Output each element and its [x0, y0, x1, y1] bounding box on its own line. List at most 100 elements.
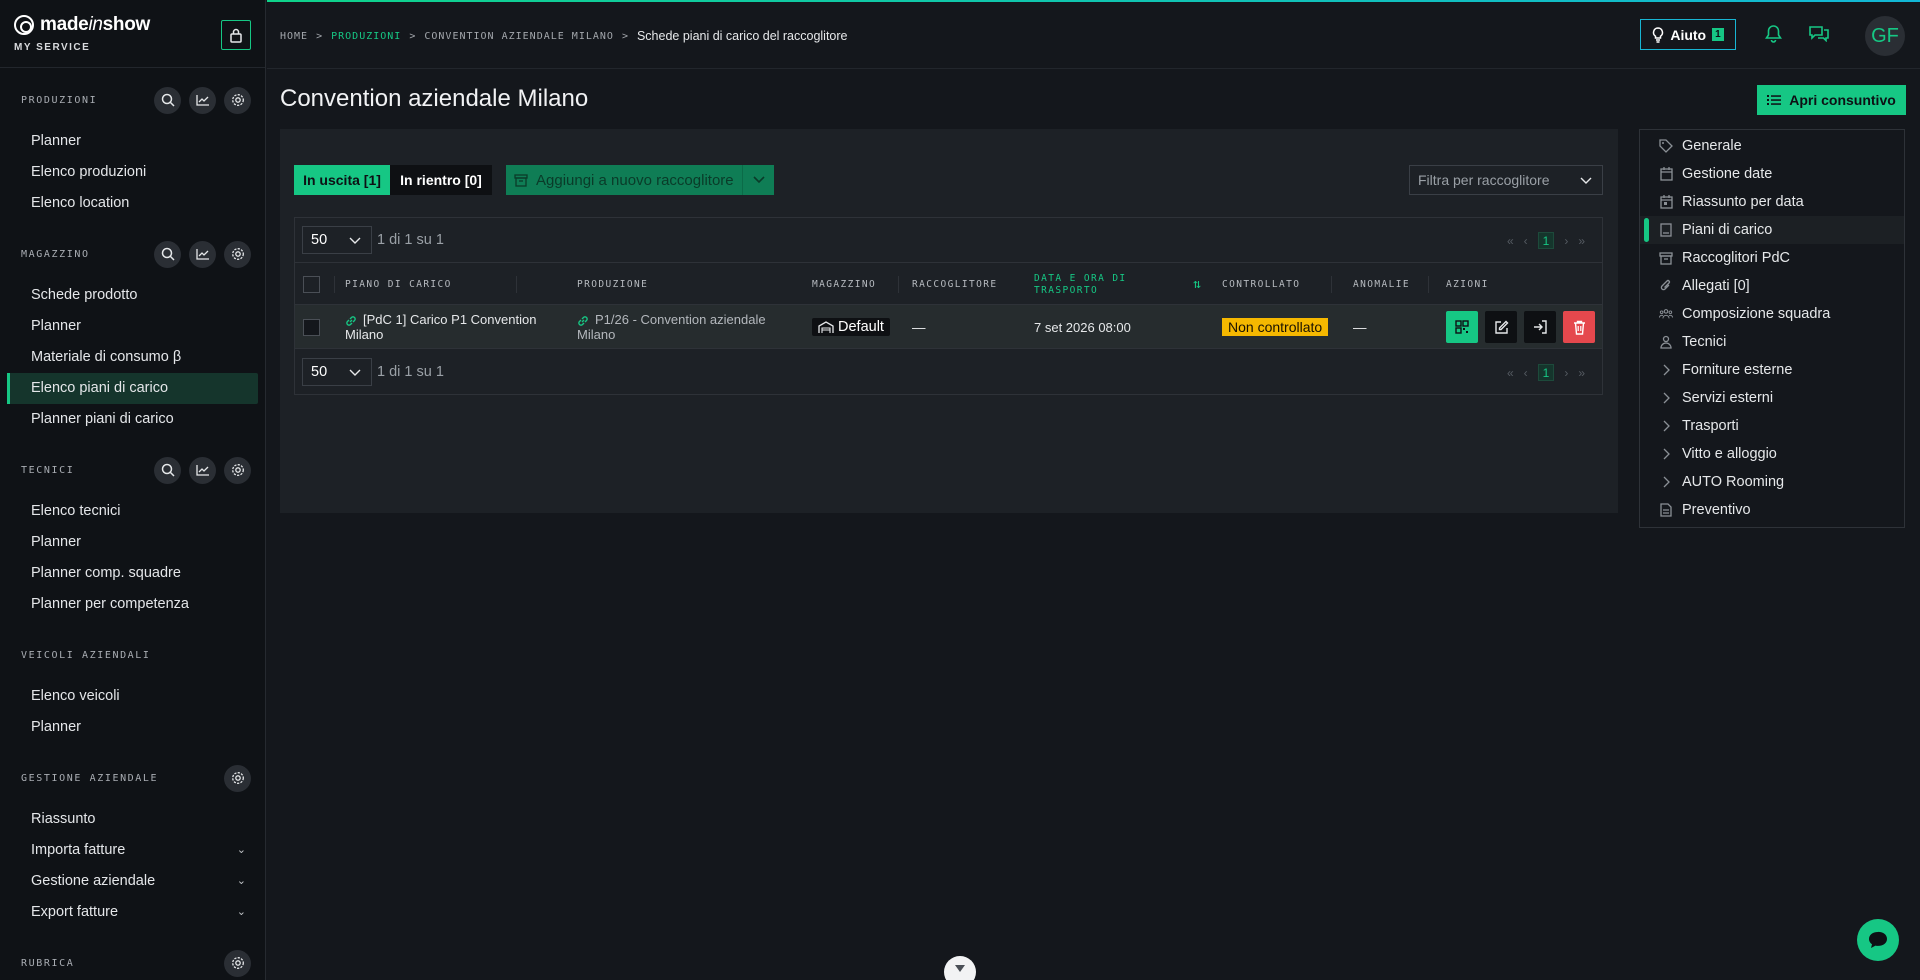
- gear-icon[interactable]: [224, 86, 251, 114]
- menu-item-raccoglitori-pdc[interactable]: Raccoglitori PdC: [1640, 244, 1904, 272]
- production-side-menu: Generale Gestione date Riassunto per dat…: [1639, 129, 1905, 528]
- breadcrumb-produzioni[interactable]: PRODUZIONI: [331, 31, 401, 42]
- collector-filter-select[interactable]: Filtra per raccoglitore: [1409, 165, 1603, 195]
- sidebar-item-elenco-piani-carico[interactable]: Elenco piani di carico: [7, 373, 258, 404]
- sidebar-item-planner[interactable]: Planner: [8, 126, 258, 157]
- chart-icon[interactable]: [189, 240, 216, 268]
- last-page-icon[interactable]: »: [1578, 234, 1585, 248]
- prev-page-icon[interactable]: ‹: [1524, 234, 1528, 248]
- brand-logo[interactable]: madeinshow: [14, 14, 251, 36]
- user-avatar[interactable]: GF: [1865, 16, 1905, 56]
- menu-item-riassunto-data[interactable]: Riassunto per data: [1640, 188, 1904, 216]
- gear-icon[interactable]: [224, 764, 251, 792]
- menu-item-piani-di-carico[interactable]: Piani di carico: [1640, 216, 1904, 244]
- menu-item-servizi-esterni[interactable]: Servizi esterni: [1640, 384, 1904, 412]
- sidebar-item-elenco-location[interactable]: Elenco location: [8, 188, 258, 219]
- menu-item-composizione-squadra[interactable]: Composizione squadra: [1640, 300, 1904, 328]
- sidebar-item-materiale-consumo[interactable]: Materiale di consumo β: [8, 342, 258, 373]
- current-page-button[interactable]: 1: [1537, 364, 1555, 381]
- col-anomalie[interactable]: ANOMALIE: [1353, 263, 1410, 306]
- next-page-icon[interactable]: ›: [1564, 366, 1568, 380]
- last-page-icon[interactable]: »: [1578, 366, 1585, 380]
- gear-icon[interactable]: [224, 949, 251, 977]
- menu-item-trasporti[interactable]: Trasporti: [1640, 412, 1904, 440]
- chevron-right-icon: [1659, 363, 1673, 377]
- status-badge[interactable]: Non controllato: [1222, 318, 1329, 336]
- produzione-link[interactable]: P1/26 - Convention aziendale Milano: [577, 305, 787, 349]
- chart-icon[interactable]: [189, 456, 216, 484]
- chart-icon[interactable]: [189, 86, 216, 114]
- menu-item-gestione-date[interactable]: Gestione date: [1640, 160, 1904, 188]
- edit-button[interactable]: [1485, 311, 1517, 343]
- menu-item-allegati[interactable]: Allegati [0]: [1640, 272, 1904, 300]
- piano-link[interactable]: [PdC 1] Carico P1 Convention Milano: [345, 305, 555, 349]
- sidebar-item-elenco-produzioni[interactable]: Elenco produzioni: [8, 157, 258, 188]
- sidebar-item-schede-prodotto[interactable]: Schede prodotto: [8, 280, 258, 311]
- sidebar-item-riassunto[interactable]: Riassunto: [8, 804, 258, 835]
- sidebar-item-planner-comp-squadre[interactable]: Planner comp. squadre: [8, 558, 258, 589]
- col-raccoglitore[interactable]: RACCOGLITORE: [912, 263, 997, 306]
- col-piano-di-carico[interactable]: PIANO DI CARICO: [345, 263, 452, 306]
- sidebar-item-planner-piani-carico[interactable]: Planner piani di carico: [8, 404, 258, 435]
- document-icon: [1659, 503, 1673, 517]
- menu-item-tecnici[interactable]: Tecnici: [1640, 328, 1904, 356]
- bottom-panel-toggle[interactable]: [944, 956, 976, 980]
- delete-button[interactable]: [1563, 311, 1595, 343]
- sidebar-item-importa-fatture[interactable]: Importa fatture ⌄: [8, 835, 258, 866]
- search-icon[interactable]: [154, 240, 181, 268]
- page-size-select[interactable]: 50: [302, 358, 372, 386]
- menu-item-preventivo[interactable]: Preventivo: [1640, 496, 1904, 524]
- col-data-ora-trasporto[interactable]: DATA E ORA DI TRASPORTO: [1034, 263, 1144, 306]
- select-all-checkbox[interactable]: [303, 263, 320, 306]
- chevron-right-icon: [1659, 447, 1673, 461]
- table-row[interactable]: [PdC 1] Carico P1 Convention Milano P1/2…: [295, 305, 1602, 349]
- breadcrumb-home[interactable]: HOME: [280, 31, 308, 42]
- gear-icon[interactable]: [224, 240, 251, 268]
- enter-button[interactable]: [1524, 311, 1556, 343]
- bell-icon[interactable]: [1765, 24, 1782, 43]
- tab-in-uscita[interactable]: In uscita [1]: [294, 165, 390, 195]
- sidebar-item-planner-magazzino[interactable]: Planner: [8, 311, 258, 342]
- sidebar-item-planner-competenza[interactable]: Planner per competenza: [8, 589, 258, 620]
- prev-page-icon[interactable]: ‹: [1524, 366, 1528, 380]
- breadcrumb-convention[interactable]: CONVENTION AZIENDALE MILANO: [424, 31, 614, 42]
- menu-item-vitto-alloggio[interactable]: Vitto e alloggio: [1640, 440, 1904, 468]
- row-checkbox[interactable]: [303, 305, 320, 349]
- menu-item-forniture-esterne[interactable]: Forniture esterne: [1640, 356, 1904, 384]
- sidebar-item-gestione-aziendale[interactable]: Gestione aziendale ⌄: [8, 866, 258, 897]
- col-produzione[interactable]: PRODUZIONE: [577, 263, 648, 306]
- help-button[interactable]: Aiuto 1: [1640, 19, 1736, 50]
- menu-item-auto-rooming[interactable]: AUTO Rooming: [1640, 468, 1904, 496]
- tab-in-rientro[interactable]: In rientro [0]: [390, 165, 492, 195]
- pagination-info: 1 di 1 su 1: [377, 364, 444, 380]
- sidebar-item-label: Importa fatture: [31, 842, 126, 858]
- page-size-select[interactable]: 50: [302, 226, 372, 254]
- chevron-down-icon[interactable]: [742, 165, 774, 195]
- add-to-new-collector-button[interactable]: Aggiungi a nuovo raccoglitore: [506, 165, 774, 195]
- first-page-icon[interactable]: «: [1507, 366, 1514, 380]
- gear-icon[interactable]: [224, 456, 251, 484]
- col-azioni: AZIONI: [1446, 279, 1489, 290]
- chat-icon[interactable]: [1808, 24, 1830, 42]
- menu-item-generale[interactable]: Generale: [1640, 132, 1904, 160]
- pager: « ‹ 1 › »: [1507, 364, 1585, 381]
- open-consuntivo-button[interactable]: Apri consuntivo: [1757, 85, 1906, 115]
- first-page-icon[interactable]: «: [1507, 234, 1514, 248]
- next-page-icon[interactable]: ›: [1564, 234, 1568, 248]
- support-chat-button[interactable]: [1857, 919, 1899, 961]
- qr-code-button[interactable]: [1446, 311, 1478, 343]
- sidebar-item-planner-tecnici[interactable]: Planner: [8, 527, 258, 558]
- sort-icon[interactable]: ⇅: [1193, 263, 1202, 306]
- current-page-button[interactable]: 1: [1537, 232, 1555, 249]
- search-icon[interactable]: [154, 456, 181, 484]
- lock-sidebar-button[interactable]: [221, 20, 251, 50]
- search-icon[interactable]: [154, 86, 181, 114]
- col-controllato[interactable]: CONTROLLATO: [1222, 263, 1300, 306]
- sidebar-item-export-fatture[interactable]: Export fatture ⌄: [8, 897, 258, 928]
- sidebar-item-elenco-veicoli[interactable]: Elenco veicoli: [8, 681, 258, 712]
- col-magazzino[interactable]: MAGAZZINO: [812, 263, 876, 306]
- chevron-right-icon: [1659, 475, 1673, 489]
- sidebar-item-elenco-tecnici[interactable]: Elenco tecnici: [8, 496, 258, 527]
- sidebar-item-planner-veicoli[interactable]: Planner: [8, 712, 258, 743]
- service-label: MY SERVICE: [14, 42, 91, 53]
